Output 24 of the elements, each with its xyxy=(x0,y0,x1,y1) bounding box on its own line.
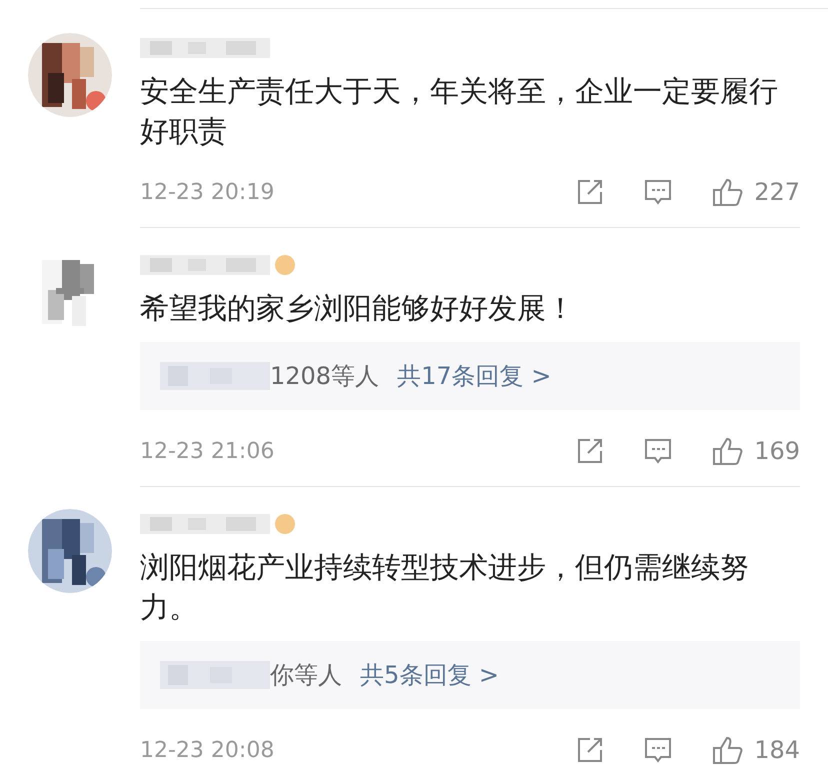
replies-summary[interactable]: 1208等人 共17条回复 > xyxy=(140,342,800,410)
comment-text: 安全生产责任大于天，年关将至，企业一定要履行好职责 xyxy=(140,73,779,150)
share-icon[interactable] xyxy=(576,736,604,764)
reply-count-link[interactable]: 共17条回复 > xyxy=(397,358,552,394)
comment-time: 12-23 20:08 xyxy=(140,736,276,764)
comment-text: 浏阳烟花产业持续转型技术进步，但仍需继续努力。 xyxy=(140,549,750,626)
comment-time: 12-23 21:06 xyxy=(140,438,276,466)
replies-summary[interactable]: 你等人 共5条回复 > xyxy=(140,641,800,709)
reply-users: 你等人 xyxy=(270,660,342,691)
comment-icon[interactable] xyxy=(644,178,672,206)
like-count: 227 xyxy=(754,177,800,208)
like-icon[interactable] xyxy=(712,177,744,207)
comment-icon[interactable] xyxy=(644,736,672,764)
comment-text: 希望我的家乡浏阳能够好好发展！ xyxy=(140,290,576,327)
comment-icon[interactable] xyxy=(644,437,672,465)
comment-time: 12-23 20:19 xyxy=(140,178,276,206)
like-icon[interactable] xyxy=(712,436,744,466)
share-icon[interactable] xyxy=(576,437,604,465)
like-count: 184 xyxy=(754,735,800,766)
like-count: 169 xyxy=(754,436,800,467)
reply-count-link[interactable]: 共5条回复 > xyxy=(360,657,500,693)
like-icon[interactable] xyxy=(712,735,744,765)
reply-users: 1208等人 xyxy=(270,361,380,392)
share-icon[interactable] xyxy=(576,178,604,206)
